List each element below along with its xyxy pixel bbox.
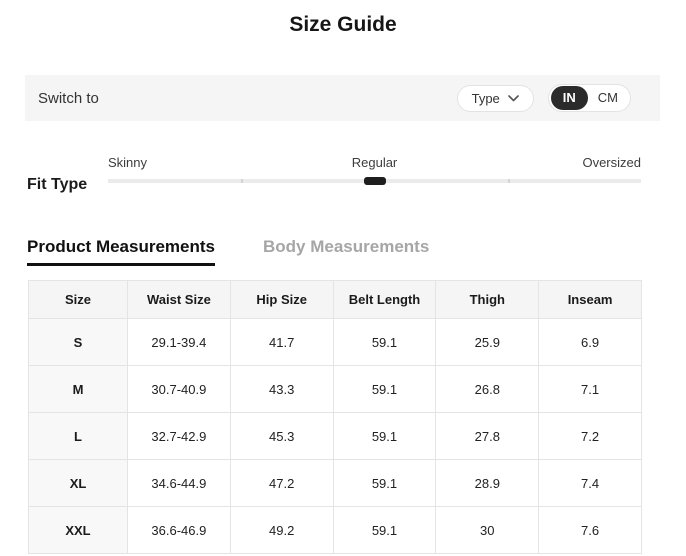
type-dropdown-label: Type	[472, 91, 500, 106]
measurement-cell: 47.2	[230, 460, 333, 507]
measurement-cell: 26.8	[436, 366, 539, 413]
fit-type-slider: Skinny Regular Oversized	[108, 155, 641, 195]
measurement-cell: 43.3	[230, 366, 333, 413]
measurement-cell: 59.1	[333, 460, 436, 507]
switch-to-label: Switch to	[38, 90, 99, 107]
table-row: XXL36.6-46.949.259.1307.6	[29, 507, 642, 554]
measurement-cell: 7.2	[539, 413, 642, 460]
measurement-cell: 49.2	[230, 507, 333, 554]
fit-slider-handle[interactable]	[364, 177, 386, 185]
measurement-cell: 34.6-44.9	[128, 460, 231, 507]
size-cell: L	[29, 413, 128, 460]
table-row: XL34.6-44.947.259.128.97.4	[29, 460, 642, 507]
table-row: L32.7-42.945.359.127.87.2	[29, 413, 642, 460]
measurement-cell: 28.9	[436, 460, 539, 507]
measurement-cell: 7.1	[539, 366, 642, 413]
size-cell: XXL	[29, 507, 128, 554]
table-row: M30.7-40.943.359.126.87.1	[29, 366, 642, 413]
slider-tick	[241, 179, 243, 183]
measurement-cell: 7.6	[539, 507, 642, 554]
column-header: Belt Length	[333, 281, 436, 319]
switch-bar: Switch to Type IN CM	[25, 75, 660, 121]
size-table-header-row: SizeWaist SizeHip SizeBelt LengthThighIn…	[29, 281, 642, 319]
measurement-tabs: Product Measurements Body Measurements	[27, 237, 686, 266]
page-title: Size Guide	[0, 0, 686, 37]
measurement-cell: 45.3	[230, 413, 333, 460]
tab-product-measurements[interactable]: Product Measurements	[27, 237, 215, 266]
measurement-cell: 25.9	[436, 319, 539, 366]
fit-slider-track[interactable]	[108, 179, 641, 183]
column-header: Hip Size	[230, 281, 333, 319]
fit-option-oversized[interactable]: Oversized	[582, 155, 641, 170]
column-header: Thigh	[436, 281, 539, 319]
size-cell: M	[29, 366, 128, 413]
unit-toggle[interactable]: IN CM	[548, 84, 631, 112]
fit-option-skinny[interactable]: Skinny	[108, 155, 147, 170]
unit-cm-option[interactable]: CM	[588, 86, 628, 110]
measurement-cell: 29.1-39.4	[128, 319, 231, 366]
fit-option-regular[interactable]: Regular	[352, 155, 398, 170]
unit-in-option[interactable]: IN	[551, 86, 588, 110]
measurement-cell: 41.7	[230, 319, 333, 366]
measurement-cell: 30.7-40.9	[128, 366, 231, 413]
measurement-cell: 59.1	[333, 413, 436, 460]
size-table: SizeWaist SizeHip SizeBelt LengthThighIn…	[28, 280, 642, 554]
fit-type-label: Fit Type	[27, 175, 108, 195]
measurement-cell: 59.1	[333, 319, 436, 366]
chevron-down-icon	[508, 95, 519, 102]
slider-tick	[508, 179, 510, 183]
size-cell: S	[29, 319, 128, 366]
measurement-cell: 30	[436, 507, 539, 554]
measurement-cell: 27.8	[436, 413, 539, 460]
table-row: S29.1-39.441.759.125.96.9	[29, 319, 642, 366]
fit-type-options: Skinny Regular Oversized	[108, 155, 641, 171]
measurement-cell: 36.6-46.9	[128, 507, 231, 554]
measurement-cell: 7.4	[539, 460, 642, 507]
column-header: Size	[29, 281, 128, 319]
tab-body-measurements[interactable]: Body Measurements	[263, 237, 429, 266]
type-dropdown[interactable]: Type	[457, 85, 534, 112]
switch-controls: Type IN CM	[457, 84, 631, 112]
size-cell: XL	[29, 460, 128, 507]
fit-type-row: Fit Type Skinny Regular Oversized	[27, 155, 641, 195]
measurement-cell: 6.9	[539, 319, 642, 366]
size-guide-page: Size Guide Switch to Type IN CM Fit Type…	[0, 0, 686, 556]
measurement-cell: 32.7-42.9	[128, 413, 231, 460]
measurement-cell: 59.1	[333, 507, 436, 554]
measurement-cell: 59.1	[333, 366, 436, 413]
column-header: Waist Size	[128, 281, 231, 319]
column-header: Inseam	[539, 281, 642, 319]
